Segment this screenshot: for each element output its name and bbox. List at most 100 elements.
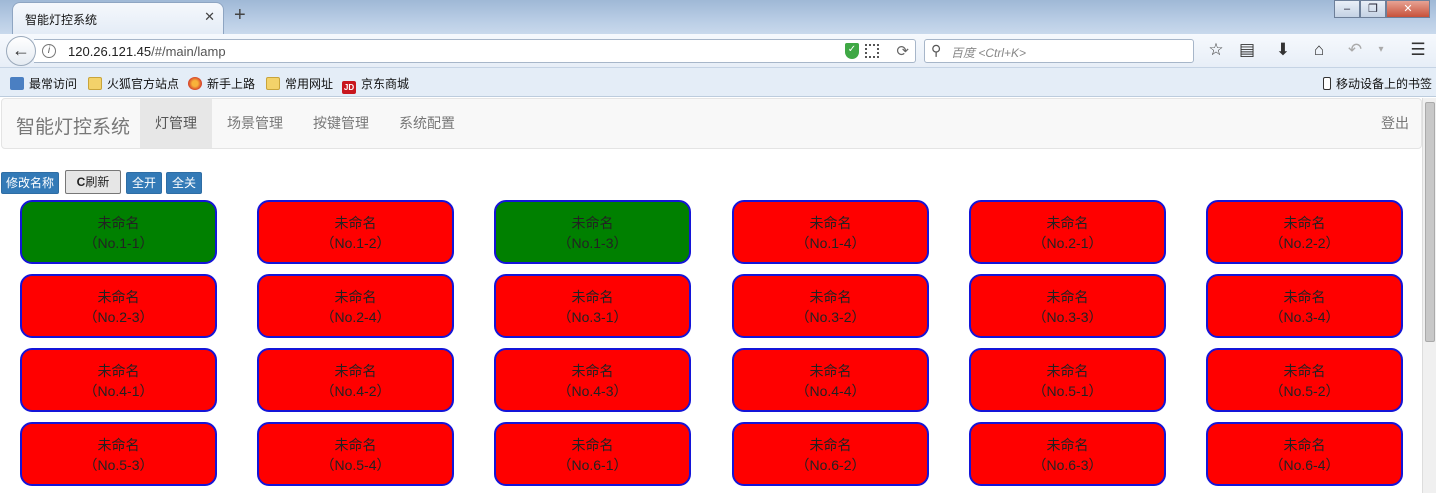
all-off-button[interactable]: 全关 — [166, 172, 202, 194]
lamp-id: （No.1-2） — [320, 235, 391, 251]
dropdown-arrow-icon[interactable]: ▾ — [1370, 44, 1392, 55]
lamp-name: 未命名 — [571, 289, 614, 305]
lamp-name: 未命名 — [334, 215, 377, 231]
bookmark-label: 京东商城 — [361, 77, 410, 91]
close-window-button[interactable]: ✕ — [1386, 0, 1430, 18]
lamp-button[interactable]: 未命名 （No.3-2） — [732, 274, 929, 338]
lamp-id: （No.2-1） — [1032, 235, 1103, 251]
bookmark-getting-started[interactable]: 新手上路 — [188, 75, 255, 92]
bookmark-mobile[interactable]: 移动设备上的书签 — [1322, 75, 1432, 92]
info-icon[interactable]: i — [42, 44, 56, 58]
close-tab-icon[interactable]: ✕ — [204, 9, 215, 25]
lamp-button[interactable]: 未命名 （No.4-4） — [732, 348, 929, 412]
rename-button[interactable]: 修改名称 — [1, 172, 59, 194]
bookmarks-bar: 最常访问 火狐官方站点 新手上路 常用网址 JD 京东商城 移动设备上的书签 — [0, 68, 1436, 97]
maximize-button[interactable]: ❐ — [1360, 0, 1386, 18]
lamp-name: 未命名 — [571, 437, 614, 453]
lamp-name: 未命名 — [97, 215, 140, 231]
all-on-button[interactable]: 全开 — [126, 172, 162, 194]
lamp-name: 未命名 — [1283, 215, 1326, 231]
lamp-button[interactable]: 未命名 （No.1-4） — [732, 200, 929, 264]
menu-icon[interactable]: ☰ — [1407, 40, 1429, 60]
bookmark-firefox-site[interactable]: 火狐官方站点 — [88, 75, 179, 92]
lamp-button[interactable]: 未命名 （No.1-2） — [257, 200, 454, 264]
bookmark-star-icon[interactable]: ☆ — [1205, 40, 1227, 60]
bookmark-label: 移动设备上的书签 — [1335, 77, 1432, 91]
bookmark-jd[interactable]: JD 京东商城 — [342, 75, 409, 94]
lamp-button[interactable]: 未命名 （No.6-3） — [969, 422, 1166, 486]
back-button[interactable]: ← — [6, 36, 36, 66]
mobile-device-icon — [1322, 77, 1331, 90]
lamp-button[interactable]: 未命名 （No.2-4） — [257, 274, 454, 338]
lamp-button[interactable]: 未命名 （No.1-3） — [494, 200, 691, 264]
url-path: /#/main/lamp — [151, 44, 226, 59]
lamp-button[interactable]: 未命名 （No.5-1） — [969, 348, 1166, 412]
lamp-button[interactable]: 未命名 （No.6-4） — [1206, 422, 1403, 486]
url-bar[interactable]: i 120.26.121.45/#/main/lamp ✓ ⟳ — [34, 39, 916, 63]
lamp-button[interactable]: 未命名 （No.2-2） — [1206, 200, 1403, 264]
tab-title: 智能灯控系统 — [25, 13, 98, 27]
bookmark-label: 新手上路 — [207, 77, 256, 91]
search-bar[interactable]: ⚲ 百度 <Ctrl+K> — [924, 39, 1194, 63]
bookmark-common-sites[interactable]: 常用网址 — [266, 75, 333, 92]
logout-link[interactable]: 登出 — [1381, 99, 1409, 148]
refresh-button[interactable]: C刷新 — [65, 170, 121, 194]
bookmark-label: 最常访问 — [29, 77, 78, 91]
lamp-id: （No.5-4） — [320, 457, 391, 473]
browser-tab[interactable]: 智能灯控系统 ✕ — [12, 2, 224, 34]
folder-icon — [266, 77, 280, 90]
page-scrollbar[interactable] — [1422, 98, 1436, 493]
lamp-id: （No.1-1） — [83, 235, 154, 251]
lamp-name: 未命名 — [334, 437, 377, 453]
lamp-button[interactable]: 未命名 （No.2-1） — [969, 200, 1166, 264]
lamp-button[interactable]: 未命名 （No.1-1） — [20, 200, 217, 264]
app-brand[interactable]: 智能灯控系统 — [16, 112, 130, 139]
lamp-id: （No.3-4） — [1269, 309, 1340, 325]
lamp-button[interactable]: 未命名 （No.2-3） — [20, 274, 217, 338]
lamp-button[interactable]: 未命名 （No.6-1） — [494, 422, 691, 486]
undo-icon[interactable]: ↶ — [1344, 40, 1366, 60]
lamp-button[interactable]: 未命名 （No.3-4） — [1206, 274, 1403, 338]
lamp-button[interactable]: 未命名 （No.5-4） — [257, 422, 454, 486]
nav-system-config[interactable]: 系统配置 — [384, 99, 470, 148]
lamp-name: 未命名 — [809, 289, 852, 305]
lamp-name: 未命名 — [809, 437, 852, 453]
search-icon: ⚲ — [931, 42, 942, 58]
firefox-icon — [188, 77, 202, 90]
lamp-button[interactable]: 未命名 （No.4-3） — [494, 348, 691, 412]
lamp-button[interactable]: 未命名 （No.5-3） — [20, 422, 217, 486]
lamp-button[interactable]: 未命名 （No.4-1） — [20, 348, 217, 412]
qr-code-icon[interactable] — [865, 44, 879, 58]
reload-icon[interactable]: ⟳ — [896, 42, 909, 60]
lamp-name: 未命名 — [571, 215, 614, 231]
lamp-id: （No.2-4） — [320, 309, 391, 325]
nav-lamp-management[interactable]: 灯管理 — [140, 99, 212, 148]
lamp-name: 未命名 — [97, 289, 140, 305]
lamp-name: 未命名 — [1046, 437, 1089, 453]
lamp-button[interactable]: 未命名 （No.6-2） — [732, 422, 929, 486]
lamp-id: （No.4-1） — [83, 383, 154, 399]
nav-key-management[interactable]: 按键管理 — [298, 99, 384, 148]
lamp-id: （No.6-4） — [1269, 457, 1340, 473]
security-shield-icon[interactable]: ✓ — [845, 43, 859, 59]
lamp-button[interactable]: 未命名 （No.3-1） — [494, 274, 691, 338]
lamp-name: 未命名 — [1046, 289, 1089, 305]
scrollbar-thumb[interactable] — [1425, 102, 1435, 342]
nav-scene-management[interactable]: 场景管理 — [212, 99, 298, 148]
bookmark-most-visited[interactable]: 最常访问 — [10, 75, 77, 92]
lamp-id: （No.6-3） — [1032, 457, 1103, 473]
reader-list-icon[interactable]: ▤ — [1236, 40, 1258, 60]
lamp-button[interactable]: 未命名 （No.5-2） — [1206, 348, 1403, 412]
new-tab-button[interactable]: + — [234, 4, 246, 27]
home-icon[interactable]: ⌂ — [1308, 40, 1330, 60]
url-text[interactable]: 120.26.121.45/#/main/lamp — [68, 44, 226, 59]
lamp-name: 未命名 — [97, 363, 140, 379]
minimize-button[interactable]: – — [1334, 0, 1360, 18]
download-icon[interactable]: ⬇ — [1272, 40, 1294, 60]
lamp-name: 未命名 — [571, 363, 614, 379]
refresh-label: 刷新 — [85, 175, 110, 189]
lamp-id: （No.6-1） — [557, 457, 628, 473]
lamp-button[interactable]: 未命名 （No.3-3） — [969, 274, 1166, 338]
lamp-button[interactable]: 未命名 （No.4-2） — [257, 348, 454, 412]
bookmark-label: 常用网址 — [285, 77, 334, 91]
